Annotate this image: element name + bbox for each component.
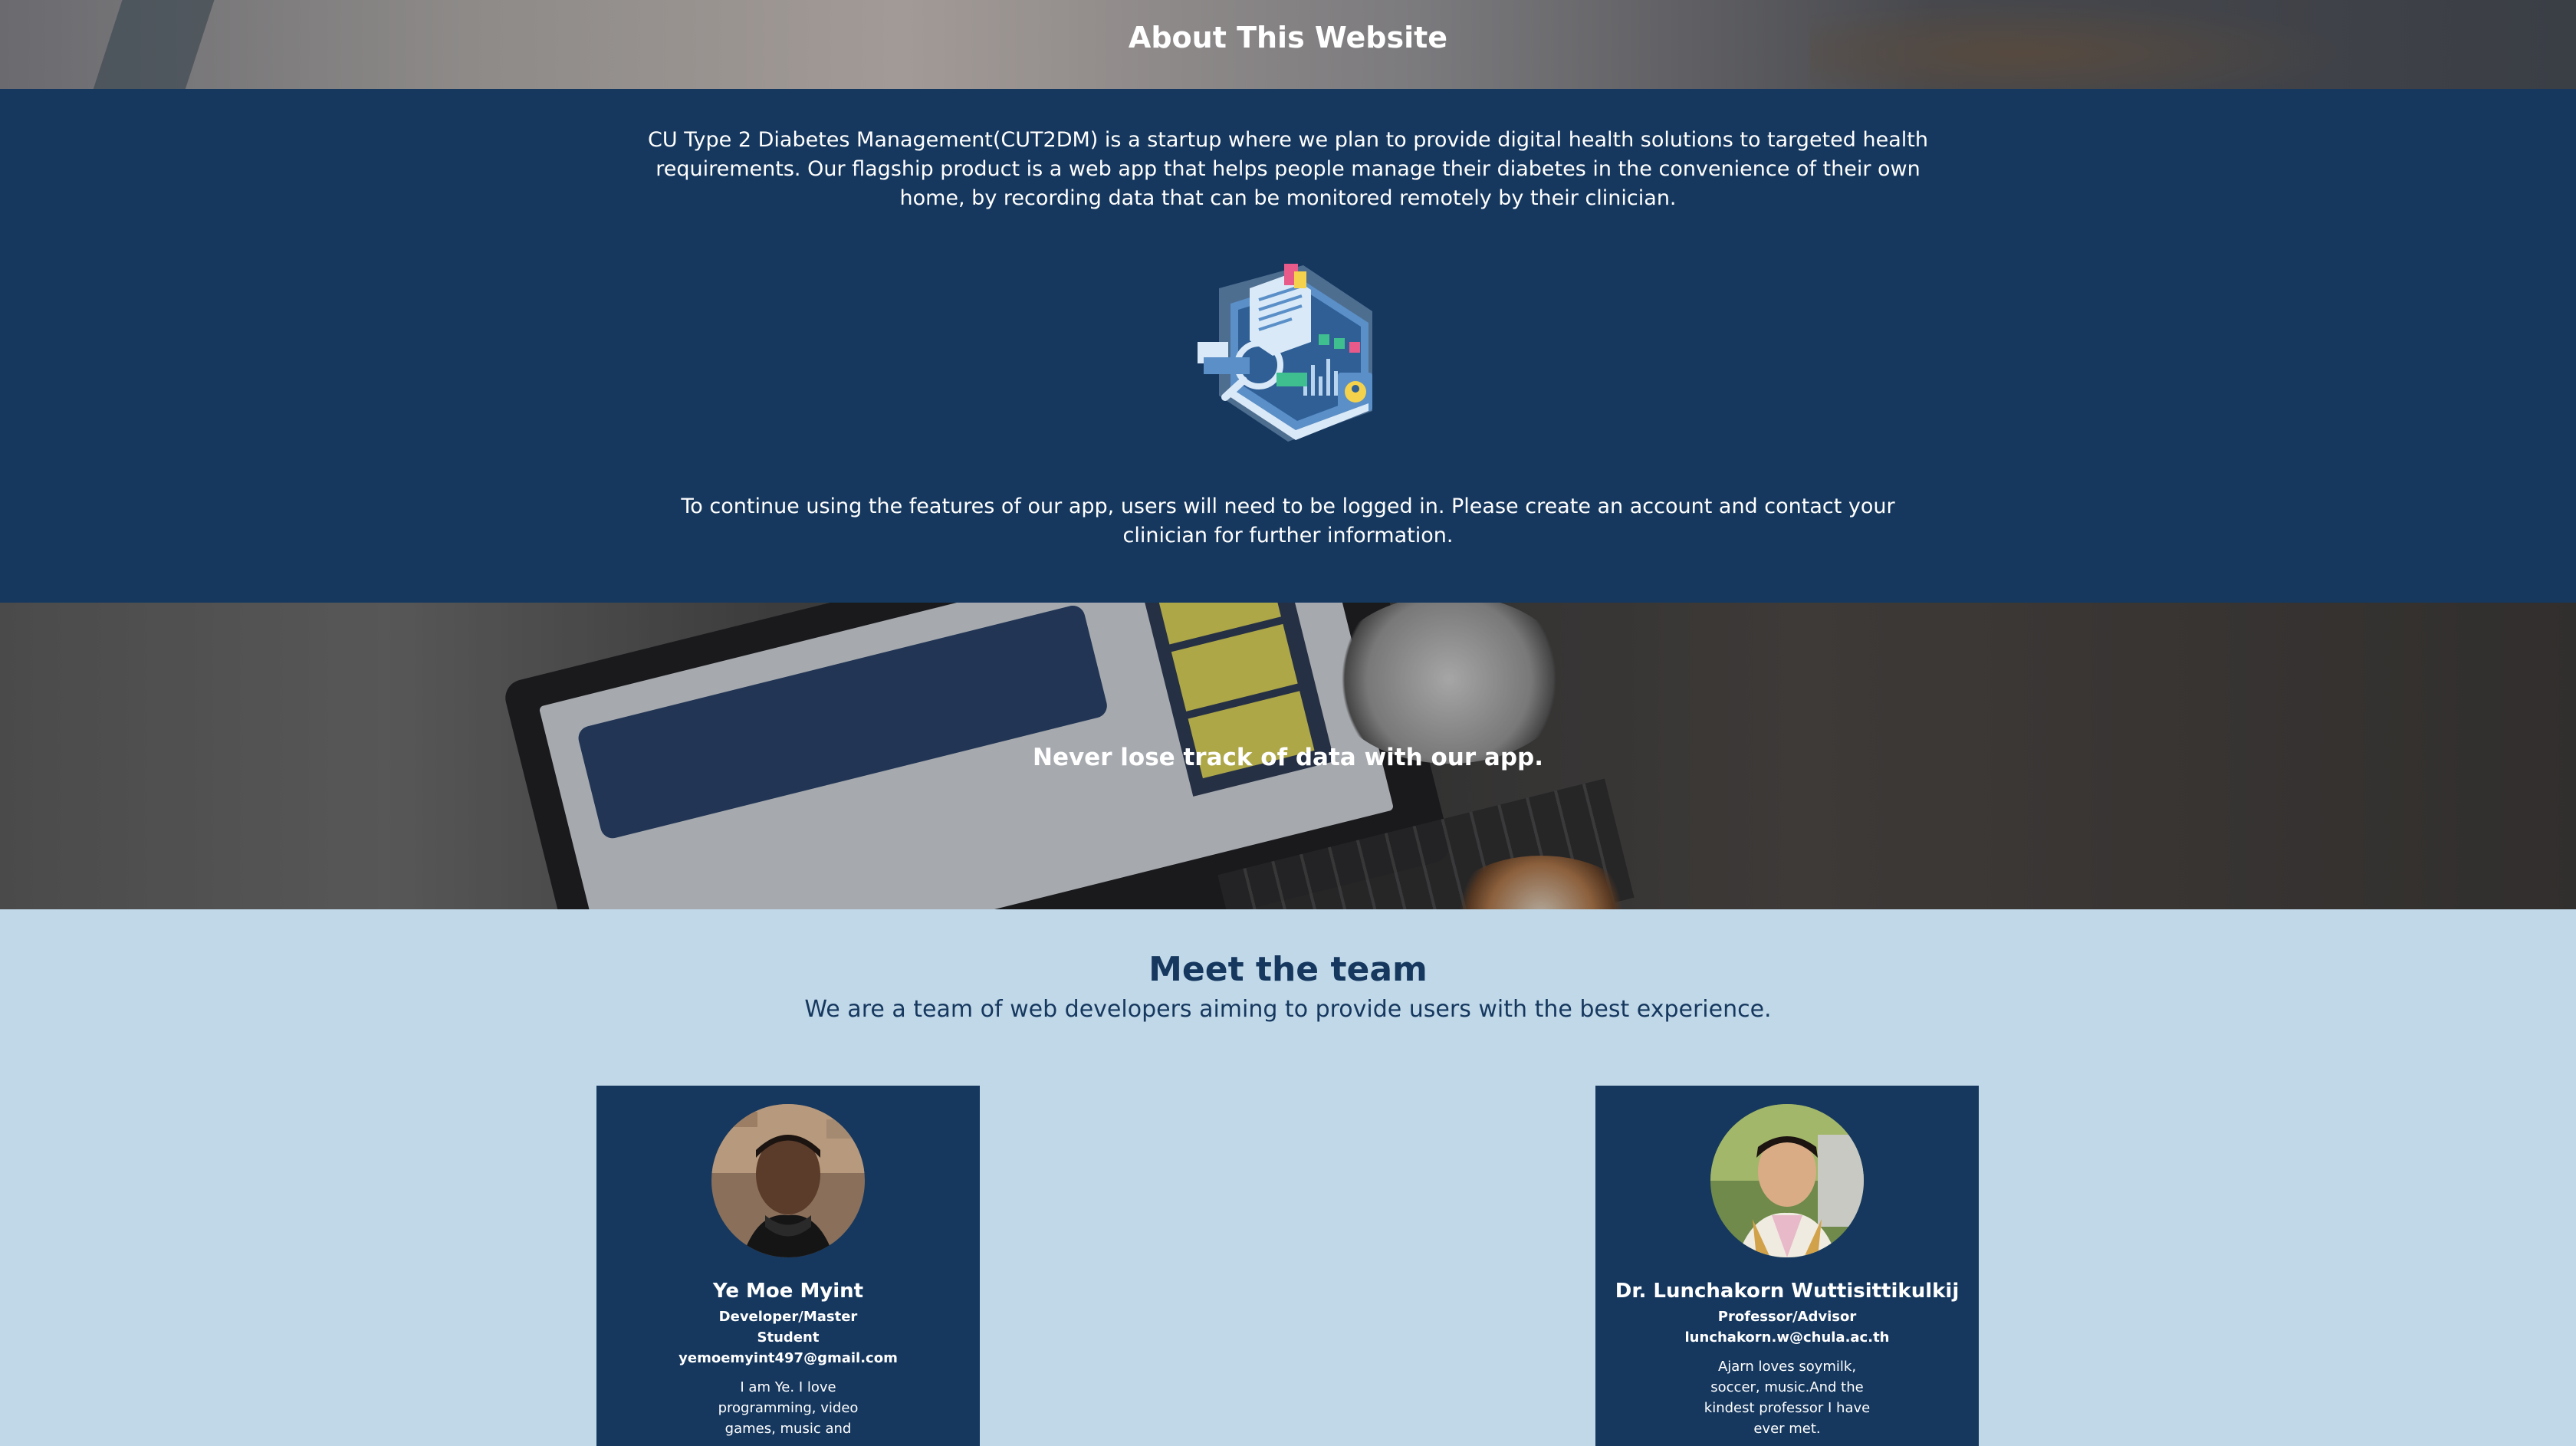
login-notice: To continue using the features of our ap… <box>681 495 1895 547</box>
hero-banner: About This Website <box>0 0 2576 89</box>
member-email: lunchakorn.w@chula.ac.th <box>1684 1329 1890 1346</box>
member-name: Dr. Lunchakorn Wuttisittikulkij <box>1615 1280 1960 1303</box>
about-section: CU Type 2 Diabetes Management(CUT2DM) is… <box>0 89 2576 603</box>
avatar <box>711 1104 865 1257</box>
team-title: Meet the team <box>1148 950 1428 989</box>
banner-tagline: Never lose track of data with our app. <box>1033 744 1543 771</box>
member-bio: Ajarn loves soymilk, soccer, music.And t… <box>1704 1359 1871 1437</box>
member-email: yemoemyint497@gmail.com <box>678 1350 898 1366</box>
member-role: Developer/Master Student <box>718 1309 858 1346</box>
member-bio: I am Ye. I love programming, video games… <box>718 1379 859 1437</box>
member-role: Professor/Advisor <box>1717 1309 1857 1325</box>
team-member-card: Dr. Lunchakorn Wuttisittikulkij Professo… <box>1595 1086 1979 1446</box>
avatar <box>1710 1104 1864 1257</box>
about-description: CU Type 2 Diabetes Management(CUT2DM) is… <box>648 128 1928 210</box>
dashboard-illustration-icon <box>1198 264 1372 442</box>
page-title: About This Website <box>1128 21 1448 55</box>
member-name: Ye Moe Myint <box>712 1280 864 1303</box>
team-subtitle: We are a team of web developers aiming t… <box>804 996 1772 1023</box>
app-preview-banner: Never lose track of data with our app. <box>0 603 2576 909</box>
team-member-card: Ye Moe Myint Developer/Master Student ye… <box>596 1086 980 1446</box>
team-section: Meet the team We are a team of web devel… <box>0 909 2576 1446</box>
